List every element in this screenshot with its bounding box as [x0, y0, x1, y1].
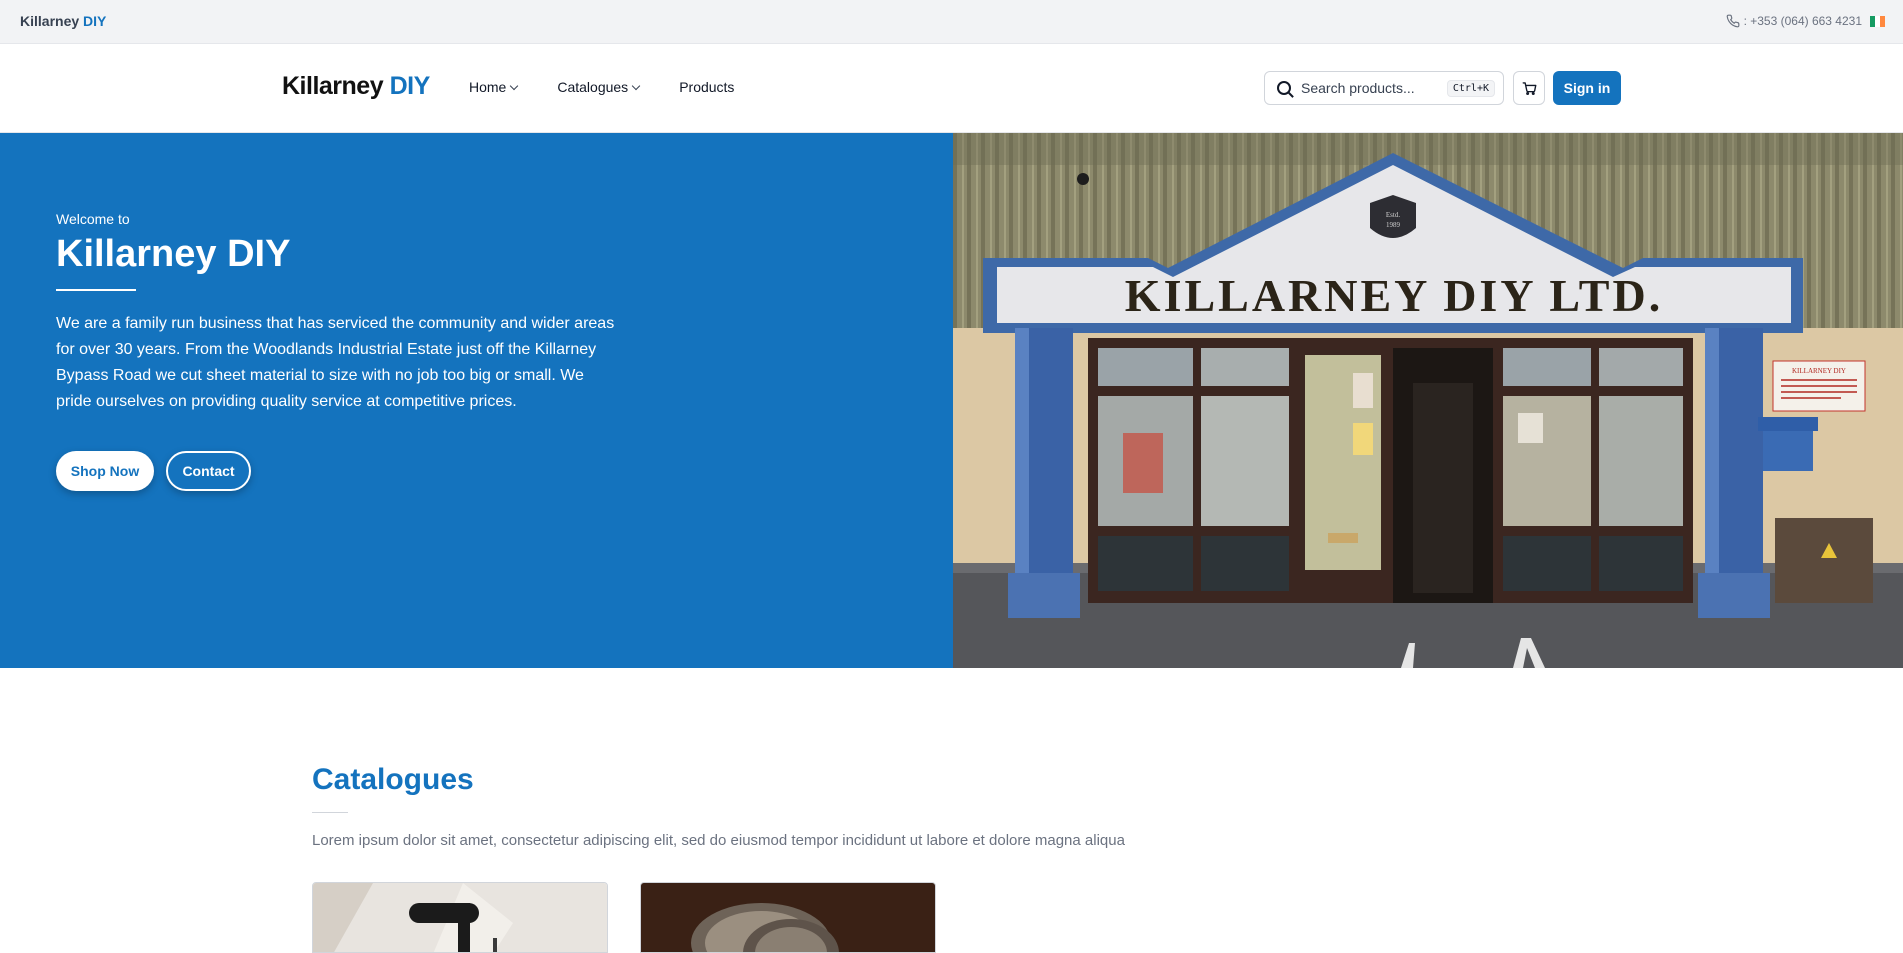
storefront-image: Estd. 1989 KILLARNEY DIY LTD. KILLARNEY …: [953, 133, 1903, 668]
nav-catalogues[interactable]: Catalogues: [557, 79, 641, 95]
hero-section: Welcome to Killarney DIY We are a family…: [0, 133, 1903, 668]
main-nav: Home Catalogues Products: [469, 79, 734, 95]
catalogue-card[interactable]: [640, 882, 936, 953]
shield-year: 1989: [1386, 221, 1401, 229]
catalogue-card[interactable]: [312, 882, 608, 953]
storefront-illustration: Estd. 1989 KILLARNEY DIY LTD. KILLARNEY …: [953, 133, 1903, 668]
door-handle-image: [641, 883, 935, 952]
catalogues-divider: [312, 812, 348, 813]
cart-icon: [1522, 81, 1536, 95]
topbar-brand[interactable]: Killarney DIY: [20, 13, 106, 29]
flag-stripe-orange: [1880, 15, 1885, 27]
ireland-flag-icon: [1870, 15, 1885, 27]
logo-accent: DIY: [389, 72, 431, 100]
notice-sign-text: KILLARNEY DIY: [1792, 367, 1846, 375]
shield-estd: Estd.: [1386, 211, 1400, 219]
chevron-down-icon: [631, 81, 641, 90]
topbar-brand-main: Killarney: [20, 13, 84, 29]
nav-home[interactable]: Home: [469, 79, 519, 95]
hero-divider: [56, 289, 136, 291]
contact-button[interactable]: Contact: [166, 451, 251, 491]
shop-now-button[interactable]: Shop Now: [56, 451, 154, 491]
logo-main: Killarney: [282, 72, 390, 100]
search-box[interactable]: Ctrl+K: [1264, 71, 1504, 105]
phone-number: : +353 (064) 663 4231: [1743, 14, 1862, 28]
search-input[interactable]: [1301, 80, 1441, 96]
hero-welcome: Welcome to: [56, 211, 130, 227]
topbar-phone: : +353 (064) 663 4231: [1726, 14, 1885, 28]
top-bar: Killarney DIY : +353 (064) 663 4231: [0, 0, 1903, 44]
search-shortcut: Ctrl+K: [1446, 79, 1495, 97]
nav-products[interactable]: Products: [679, 79, 734, 95]
phone-icon: [1726, 14, 1739, 28]
hero-description: We are a family run business that has se…: [56, 315, 615, 410]
sign-in-button[interactable]: Sign in: [1553, 71, 1621, 105]
catalogues-description: Lorem ipsum dolor sit amet, consectetur …: [312, 832, 1125, 849]
nav-catalogues-label: Catalogues: [557, 79, 629, 95]
hero-title: Killarney DIY: [56, 233, 291, 275]
tap-image: [313, 883, 607, 952]
store-sign-text: KILLARNEY DIY LTD.: [1125, 270, 1663, 321]
nav-home-label: Home: [469, 79, 507, 95]
chevron-down-icon: [510, 81, 519, 90]
cart-button[interactable]: [1513, 71, 1545, 105]
hero-panel: Welcome to Killarney DIY We are a family…: [0, 133, 953, 668]
nav-products-label: Products: [679, 79, 735, 95]
topbar-brand-accent: DIY: [83, 13, 107, 29]
main-header: Killarney DIY Home Catalogues Products C…: [0, 44, 1903, 133]
site-logo[interactable]: Killarney DIY: [282, 72, 430, 101]
search-icon: [1277, 81, 1291, 95]
catalogues-title: Catalogues: [312, 763, 474, 796]
